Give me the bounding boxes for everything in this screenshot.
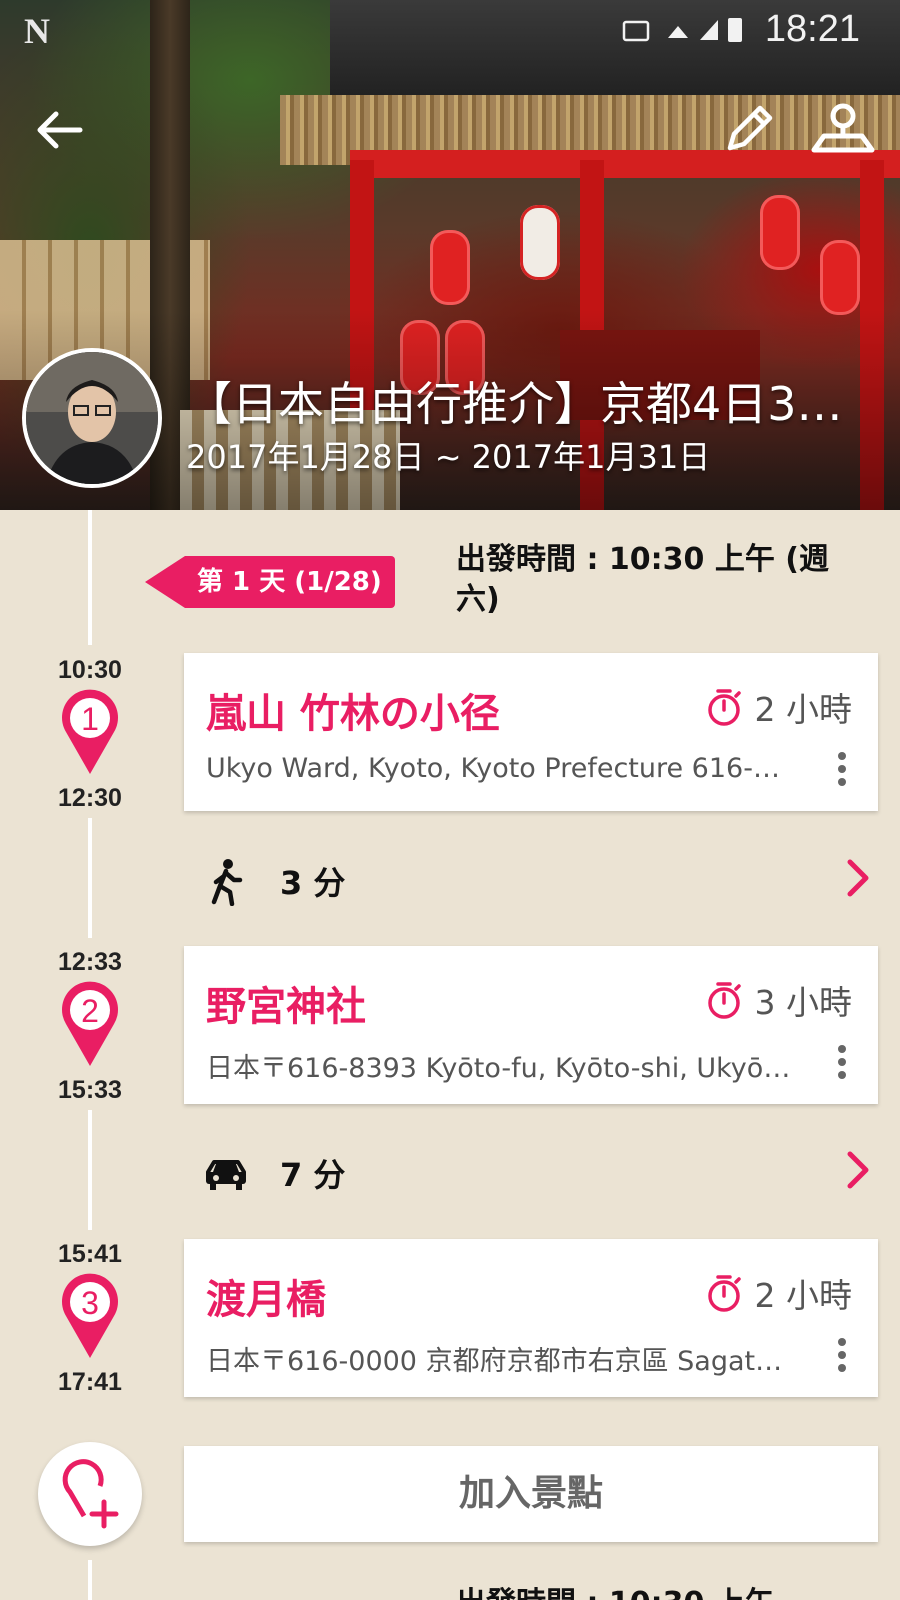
map-pin-icon — [811, 103, 875, 153]
walking-person-icon — [211, 859, 243, 906]
stop-end-time: 15:33 — [58, 1076, 122, 1104]
stop-number-pin-icon: 2 — [62, 981, 118, 1066]
status-bar: N 18:21 — [0, 0, 900, 60]
stop-name: 野宮神社 — [206, 984, 366, 1030]
add-location-icon — [62, 1459, 119, 1529]
stop-duration-text: 3 小時 — [754, 983, 853, 1022]
chevron-right-icon — [847, 1151, 869, 1189]
stop-duration-text: 2 小時 — [754, 690, 853, 729]
stop-number: 1 — [81, 701, 99, 737]
stop-card[interactable]: 渡月橋 2 小時 日本〒616-0000 京都府京都市右京區 Sagatenry… — [184, 1239, 878, 1397]
stop-number-pin-icon: 1 — [62, 689, 118, 774]
day-tag[interactable]: 第 1 天 (1/28) — [145, 556, 395, 608]
stop-start-time: 10:30 — [58, 656, 122, 684]
stop-duration: 3 小時 — [705, 976, 853, 1024]
stop-address: 日本〒616-8393 Kyōto-fu, Kyōto-shi, Ukyō-ku… — [206, 1053, 796, 1084]
chevron-right-icon — [847, 859, 869, 897]
add-spot-button[interactable]: 加入景點 — [184, 1446, 878, 1542]
departure-time[interactable]: 出發時間 : 10:30 上午 (週六) — [456, 540, 856, 620]
status-time: 18:21 — [764, 8, 860, 50]
more-vertical-icon[interactable] — [836, 1337, 848, 1373]
stop-end-time: 17:41 — [58, 1368, 122, 1396]
stop-number: 3 — [81, 1285, 99, 1321]
day-tag-label: 第 1 天 (1/28) — [185, 556, 395, 608]
stop-number: 2 — [81, 993, 99, 1029]
back-arrow-icon — [37, 111, 83, 149]
more-vertical-icon[interactable] — [836, 751, 848, 787]
stop-name: 渡月橋 — [206, 1277, 326, 1323]
stop-address: Ukyo Ward, Kyoto, Kyoto Prefecture 616-8… — [206, 753, 796, 784]
edit-button[interactable] — [718, 100, 778, 160]
stop-card[interactable]: 野宮神社 3 小時 日本〒616-8393 Kyōto-fu, Kyōto-sh… — [184, 946, 878, 1104]
stop-start-time: 15:41 — [58, 1240, 122, 1268]
map-button[interactable] — [808, 100, 878, 160]
timeline-line — [88, 1110, 92, 1230]
timeline-line — [88, 818, 92, 938]
stop-card[interactable]: 嵐山 竹林の小径 2 小時 Ukyo Ward, Kyoto, Kyoto Pr… — [184, 653, 878, 811]
timeline-line — [88, 1560, 92, 1600]
next-day-departure: 出發時間 : 10:30 上午 — [456, 1578, 775, 1600]
stop-start-time: 12:33 — [58, 948, 122, 976]
stop-duration: 2 小時 — [705, 1269, 853, 1317]
transit-duration: 3 分 — [280, 864, 346, 902]
transit-row-car[interactable]: 7 分 — [184, 1130, 878, 1210]
cast-wifi-signal-battery-icon — [622, 18, 742, 42]
more-vertical-icon[interactable] — [836, 1044, 848, 1080]
stop-address: 日本〒616-0000 京都府京都市右京區 Sagatenryuji — [206, 1346, 796, 1377]
pencil-icon — [727, 105, 773, 151]
transit-duration: 7 分 — [280, 1156, 346, 1194]
trip-dates: 2017年1月28日 ~ 2017年1月31日 — [186, 438, 711, 476]
transit-row-walk[interactable]: 3 分 — [184, 838, 878, 918]
trip-header: N 18:21 【日本自由行推介】京都4日3夜... 2017年1月28日 ~ … — [0, 0, 900, 510]
timer-icon — [707, 1275, 741, 1312]
back-button[interactable] — [30, 100, 90, 160]
avatar[interactable] — [22, 348, 162, 488]
system-status-icons — [620, 14, 750, 55]
stop-end-time: 12:30 — [58, 784, 122, 812]
user-photo-icon — [26, 352, 158, 484]
notification-n-icon: N — [24, 11, 50, 51]
add-spot-fab[interactable] — [38, 1442, 142, 1546]
timer-icon — [707, 982, 741, 1019]
stop-number-pin-icon: 3 — [62, 1273, 118, 1358]
timer-icon — [707, 689, 741, 726]
timeline-line — [88, 510, 92, 645]
car-icon — [206, 1160, 246, 1190]
stop-duration: 2 小時 — [705, 683, 853, 731]
stop-duration-text: 2 小時 — [754, 1276, 853, 1315]
stop-name: 嵐山 竹林の小径 — [206, 691, 500, 737]
trip-title: 【日本自由行推介】京都4日3夜... — [186, 377, 876, 431]
